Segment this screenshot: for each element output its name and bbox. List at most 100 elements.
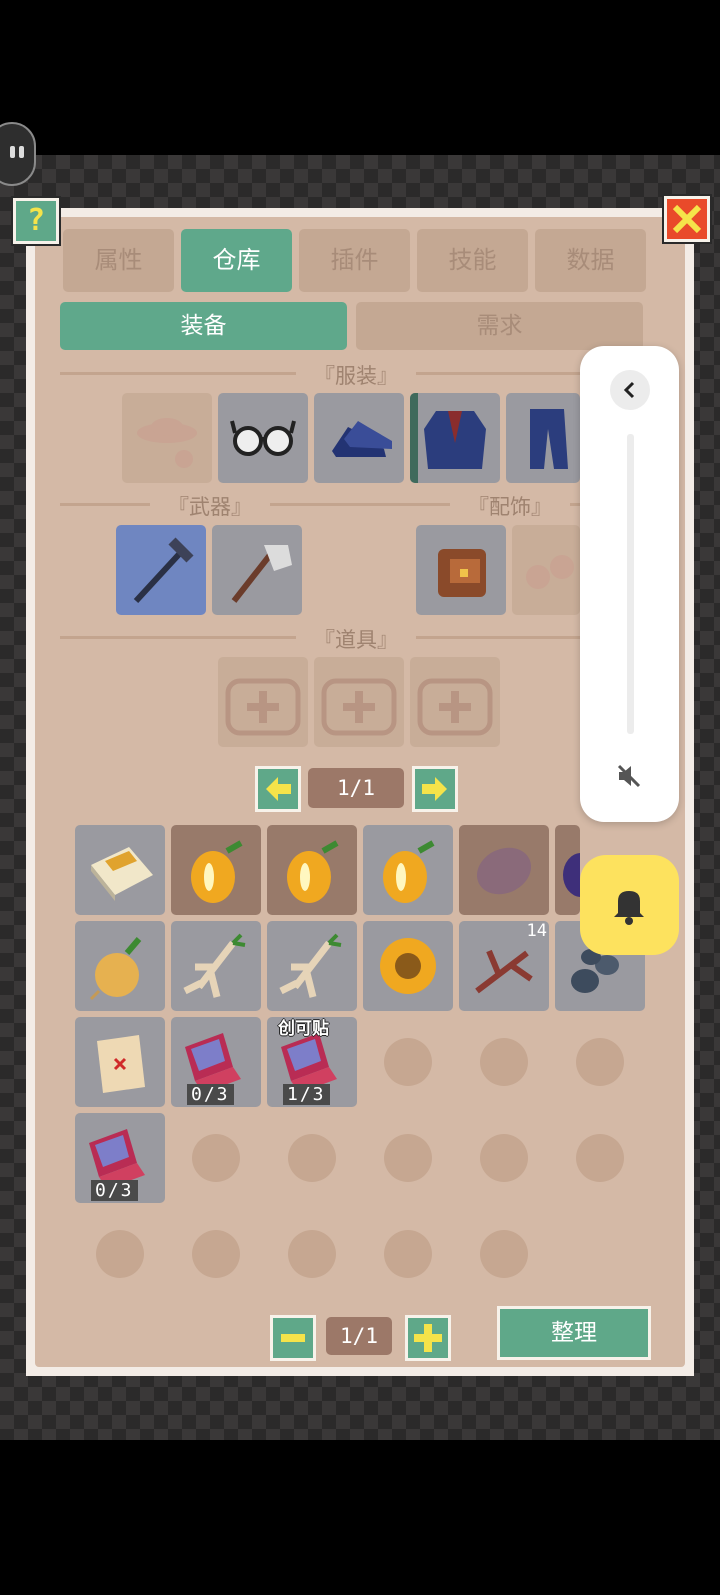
yellow-pepper-icon [383, 840, 435, 903]
help-button[interactable]: ? [13, 198, 59, 244]
inventory-item[interactable] [363, 921, 453, 1011]
empty-slot[interactable] [576, 1038, 624, 1086]
medkit-icon [417, 678, 493, 736]
inventory-page-indicator: 1/1 [326, 1317, 392, 1355]
inventory-item[interactable] [75, 1017, 165, 1107]
volume-slider[interactable] [627, 434, 634, 734]
potato-icon [476, 847, 532, 895]
arrow-right-icon [422, 777, 447, 801]
tab-data[interactable]: 数据 [535, 229, 646, 292]
notification-button[interactable] [580, 855, 679, 955]
section-title-tools: 『道具』 [296, 624, 416, 654]
inventory-item[interactable] [171, 825, 261, 915]
decrease-page-button[interactable] [270, 1315, 316, 1361]
empty-slot[interactable] [480, 1038, 528, 1086]
minus-icon [281, 1334, 305, 1342]
tool-slot-empty[interactable] [410, 657, 500, 747]
empty-slot[interactable] [384, 1038, 432, 1086]
empty-slot[interactable] [192, 1230, 240, 1278]
close-button[interactable] [664, 196, 710, 242]
increase-page-button[interactable] [405, 1315, 451, 1361]
mute-icon[interactable] [613, 760, 645, 792]
eggplant-icon [563, 853, 580, 897]
empty-slot[interactable] [192, 1134, 240, 1182]
backpack-icon [438, 549, 486, 597]
volume-panel [580, 346, 679, 822]
empty-slot[interactable] [384, 1134, 432, 1182]
inventory-item[interactable] [171, 921, 261, 1011]
backpack-slot[interactable] [416, 525, 506, 615]
jacket-slot[interactable] [410, 393, 500, 483]
next-page-button[interactable] [412, 766, 458, 812]
tab-attributes[interactable]: 属性 [63, 229, 174, 292]
glasses-icon [230, 420, 296, 456]
tab-plugins[interactable]: 插件 [299, 229, 410, 292]
sort-button[interactable]: 整理 [497, 1306, 651, 1360]
empty-slot[interactable] [384, 1230, 432, 1278]
sunflower-icon [380, 938, 436, 994]
inventory-item[interactable] [267, 825, 357, 915]
shoes-slot[interactable] [314, 393, 404, 483]
close-icon [672, 204, 702, 234]
subtab-needs[interactable]: 需求 [356, 302, 643, 350]
collapse-button[interactable] [610, 370, 650, 410]
weapon-slot-axe[interactable] [212, 525, 302, 615]
inventory-item[interactable]: 0/3 [171, 1017, 261, 1107]
shoes-icon [332, 421, 392, 457]
pants-slot[interactable] [506, 393, 580, 483]
section-title-weapons: 『武器』 [150, 491, 270, 521]
inventory-item[interactable] [459, 825, 549, 915]
section-title-accessories: 『配饰』 [450, 491, 570, 521]
binoculars-icon [526, 555, 574, 589]
hammer-icon [133, 537, 194, 604]
axe-icon [231, 545, 292, 603]
item-name-label: 创可贴 [278, 1019, 329, 1039]
uses-counter: 0/3 [187, 1084, 234, 1105]
tab-skills[interactable]: 技能 [417, 229, 528, 292]
arrow-left-icon [266, 777, 291, 801]
inventory-item[interactable]: 0/3 [75, 1113, 165, 1203]
inventory-item[interactable] [555, 825, 580, 915]
plus-icon [414, 1324, 442, 1352]
empty-slot[interactable] [288, 1134, 336, 1182]
uses-counter: 1/3 [283, 1084, 330, 1105]
empty-slot[interactable] [480, 1134, 528, 1182]
pants-icon [530, 409, 568, 469]
uses-counter: 0/3 [91, 1180, 138, 1201]
medkit-icon [225, 678, 301, 736]
inventory-item[interactable]: 14 [459, 921, 549, 1011]
yellow-pepper-icon [287, 840, 339, 903]
binoculars-slot[interactable] [512, 525, 580, 615]
inventory-item[interactable] [75, 921, 165, 1011]
prev-page-button[interactable] [255, 766, 301, 812]
inventory-item[interactable] [75, 825, 165, 915]
bell-icon [614, 891, 644, 925]
hat-slot[interactable] [122, 393, 212, 483]
jacket-icon [410, 393, 486, 483]
tool-slot-empty[interactable] [218, 657, 308, 747]
glasses-slot[interactable] [218, 393, 308, 483]
item-count: 14 [526, 921, 547, 941]
equip-page-indicator: 1/1 [308, 768, 404, 808]
floating-assist-button[interactable] [0, 122, 36, 186]
empty-slot[interactable] [96, 1230, 144, 1278]
yellow-pepper-icon [191, 840, 243, 903]
hat-icon [137, 418, 197, 468]
inventory-item[interactable] [267, 921, 357, 1011]
tool-slot-empty[interactable] [314, 657, 404, 747]
empty-slot[interactable] [576, 1134, 624, 1182]
section-title-clothing: 『服装』 [296, 360, 416, 390]
weapon-slot-hammer[interactable] [116, 525, 206, 615]
medkit-icon [321, 678, 397, 736]
inventory-item[interactable] [363, 825, 453, 915]
chevron-left-icon [623, 381, 635, 399]
empty-slot[interactable] [288, 1230, 336, 1278]
ginseng-root-icon [279, 933, 342, 998]
ginseng-root-icon [183, 933, 246, 998]
treasure-map-icon [97, 1035, 145, 1093]
empty-slot[interactable] [480, 1230, 528, 1278]
subtab-equipment[interactable]: 装备 [60, 302, 347, 350]
tab-warehouse[interactable]: 仓库 [181, 229, 292, 292]
onion-icon [89, 937, 142, 1001]
cigarette-pack-icon [91, 847, 153, 901]
